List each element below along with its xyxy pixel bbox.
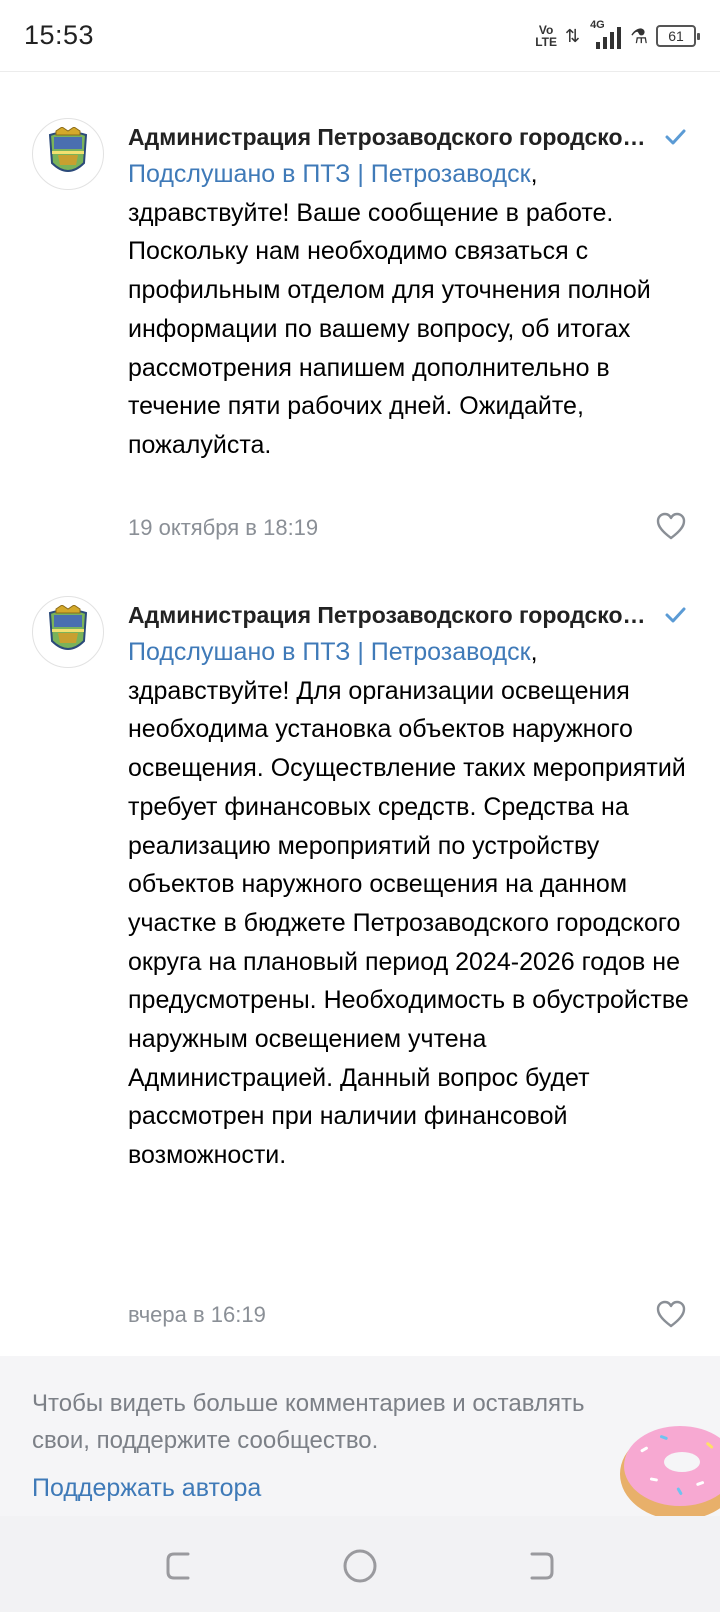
verified-check-icon — [665, 129, 686, 145]
mention-link[interactable]: Подслушано в ПТЗ | Петрозаводск — [128, 638, 531, 666]
avatar[interactable] — [32, 596, 104, 668]
battery-icon: 61 — [656, 25, 700, 47]
avatar[interactable] — [32, 118, 104, 190]
status-icons: Vo LTE ⇅ 4G ⚗ 61 — [535, 18, 700, 54]
donut-icon — [620, 1426, 720, 1516]
signal-icon: 4G — [588, 19, 622, 51]
donut-panel: Чтобы видеть больше комментариев и остав… — [0, 1356, 720, 1516]
comment-author[interactable]: Администрация Петрозаводского городского… — [128, 124, 648, 151]
coat-of-arms-icon — [48, 605, 88, 650]
comment-text: Подслушано в ПТЗ | Петрозаводск, здравст… — [128, 638, 689, 1170]
recents-icon[interactable] — [160, 1546, 200, 1586]
flask-icon: ⚗ — [630, 25, 648, 48]
heart-outline-icon[interactable] — [656, 512, 686, 540]
heart-outline-icon[interactable] — [656, 1300, 686, 1328]
verified-check-icon — [665, 607, 686, 623]
back-icon[interactable] — [520, 1546, 560, 1586]
data-transfer-icon: ⇅ — [564, 26, 581, 46]
coat-of-arms-icon — [48, 127, 88, 172]
status-time: 15:53 — [24, 20, 95, 50]
comment-text: Подслушано в ПТЗ | Петрозаводск, здравст… — [128, 160, 651, 459]
donut-message: Чтобы видеть больше комментариев и остав… — [32, 1390, 585, 1454]
volte-icon: Vo LTE — [535, 23, 557, 49]
comment-time[interactable]: 19 октября в 18:19 — [128, 515, 318, 541]
mention-link[interactable]: Подслушано в ПТЗ | Петрозаводск — [128, 160, 531, 188]
comment-time[interactable]: вчера в 16:19 — [128, 1302, 266, 1328]
status-bar: 15:53 Vo LTE ⇅ 4G ⚗ 61 — [0, 0, 720, 72]
support-author-link[interactable]: Поддержать автора — [32, 1474, 261, 1503]
navigation-bar — [0, 1516, 720, 1612]
comment-author[interactable]: Администрация Петрозаводского городского… — [128, 602, 648, 629]
home-icon[interactable] — [340, 1546, 380, 1586]
